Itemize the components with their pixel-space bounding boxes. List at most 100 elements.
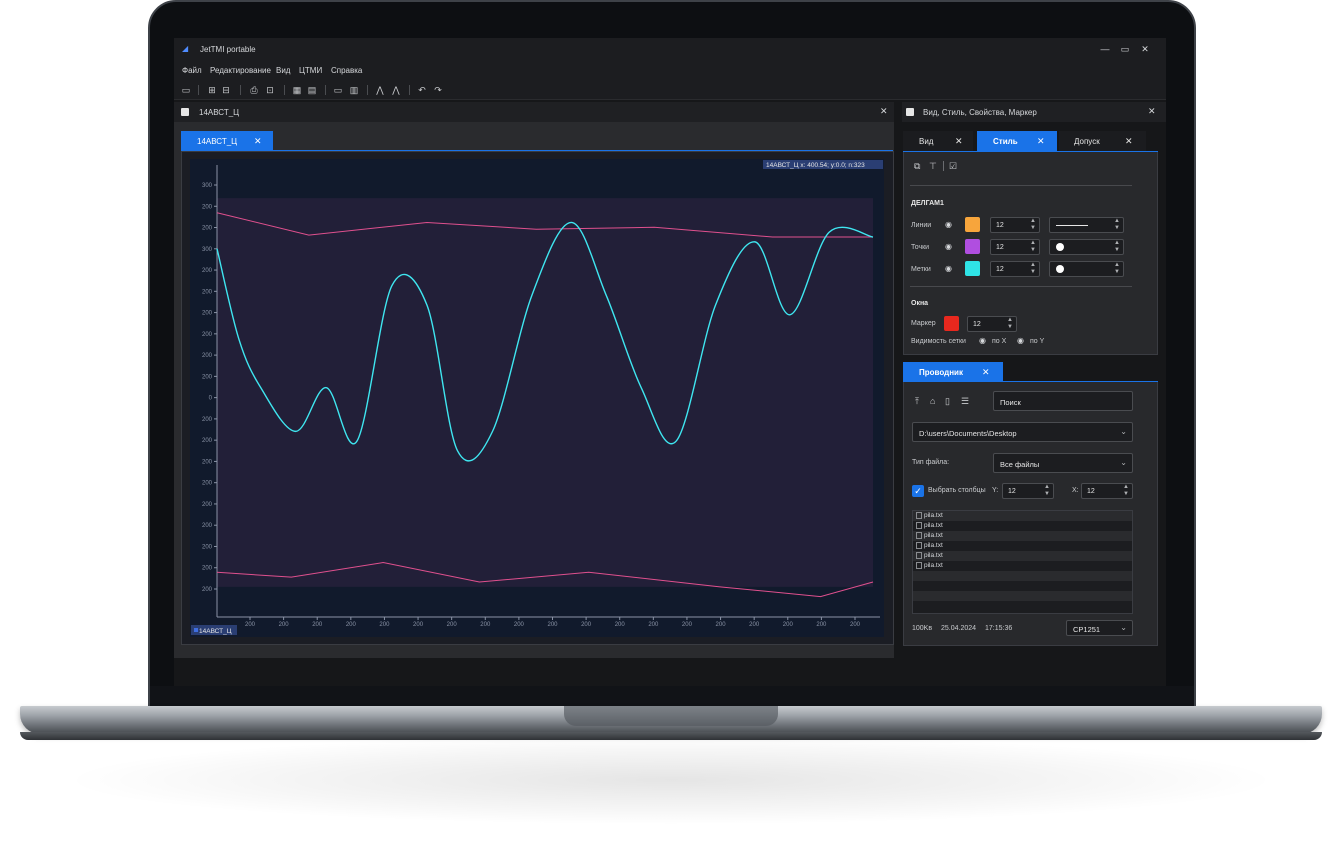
menu-help[interactable]: Справка bbox=[331, 66, 362, 75]
label-style-select[interactable]: ▲ ▼ bbox=[1049, 261, 1124, 277]
list-item[interactable]: pila.txt bbox=[913, 561, 1132, 571]
tab-style[interactable]: Стиль ✕ bbox=[977, 131, 1057, 151]
stepper-arrows-icon[interactable]: ▲ ▼ bbox=[1007, 317, 1013, 331]
points-size-stepper[interactable]: 12 ▲ ▼ bbox=[990, 239, 1040, 255]
valley-icon[interactable]: ⋀ bbox=[390, 84, 402, 96]
minimize-icon[interactable]: — bbox=[1098, 42, 1112, 56]
app-title: JetTMI portable bbox=[200, 45, 256, 54]
document-checkbox[interactable] bbox=[181, 108, 189, 116]
close-icon[interactable]: ✕ bbox=[982, 367, 990, 378]
x-tick-label: 200 bbox=[648, 622, 659, 628]
up-folder-icon[interactable]: ⤒ bbox=[915, 396, 919, 407]
file-name: pila.txt bbox=[924, 522, 943, 529]
eye-icon[interactable]: ◉ bbox=[945, 220, 952, 229]
redo-icon[interactable]: ↷ bbox=[432, 84, 444, 96]
marker-size-stepper[interactable]: 12 ▲ ▼ bbox=[967, 316, 1017, 332]
file-icon bbox=[916, 562, 922, 569]
tab-vid[interactable]: Вид ✕ bbox=[903, 131, 973, 151]
line-style-preview bbox=[1056, 225, 1088, 226]
stepper-arrows-icon[interactable]: ▲ ▼ bbox=[1114, 262, 1120, 276]
stepper-arrows-icon[interactable]: ▲ ▼ bbox=[1123, 484, 1129, 498]
list-item[interactable]: pila.txt bbox=[913, 531, 1132, 541]
line-chart[interactable]: 3002002003002002002002002002000200200200… bbox=[190, 159, 884, 637]
tab-explorer[interactable]: Проводник ✕ bbox=[903, 362, 1003, 382]
close-icon[interactable]: ✕ bbox=[254, 136, 262, 147]
legend-label[interactable]: 14АВСТ_Ц bbox=[199, 628, 232, 635]
properties-checkbox[interactable] bbox=[906, 108, 914, 116]
layers-icon[interactable]: ▤ bbox=[306, 84, 318, 96]
select-columns-checkbox[interactable]: ✓ bbox=[912, 485, 924, 497]
stepper-arrows-icon[interactable]: ▲ ▼ bbox=[1030, 262, 1036, 276]
stepper-arrows-icon[interactable]: ▲ ▼ bbox=[1114, 218, 1120, 232]
close-icon[interactable]: ✕ bbox=[1138, 42, 1152, 56]
copy-style-icon[interactable]: ⧉ bbox=[914, 161, 920, 172]
search-input[interactable]: Поиск bbox=[993, 391, 1133, 411]
list-item[interactable]: pila.txt bbox=[913, 511, 1132, 521]
toolbar-separator bbox=[198, 85, 199, 95]
menu-file[interactable]: Файл bbox=[182, 66, 202, 75]
lines-color-swatch[interactable] bbox=[965, 217, 980, 232]
close-icon[interactable]: ✕ bbox=[955, 136, 963, 147]
eye-icon[interactable]: ◉ bbox=[945, 264, 952, 273]
encoding-select[interactable]: CP1251 ⌄ bbox=[1066, 620, 1133, 636]
y-tick-label: 200 bbox=[202, 226, 213, 232]
tab-tolerance[interactable]: Допуск ✕ bbox=[1059, 131, 1146, 151]
list-item[interactable]: pila.txt bbox=[913, 551, 1132, 561]
table-icon[interactable]: ▥ bbox=[348, 84, 360, 96]
list-item[interactable]: pila.txt bbox=[913, 521, 1132, 531]
properties-body: ⧉ ⊤ ☑ ДЕЛГАМ1 Линии ◉ 12 ▲ ▼ ▲ ▼ Точки ◉ 12… bbox=[903, 152, 1158, 355]
x-tick-label: 200 bbox=[312, 622, 323, 628]
import-icon[interactable]: ⊞ bbox=[206, 84, 218, 96]
x-tick-label: 200 bbox=[581, 622, 592, 628]
grid-x-label[interactable]: по X bbox=[992, 338, 1006, 345]
stage: ◢ JetTMI portable — ▭ ✕ Файл Редактирова… bbox=[0, 0, 1342, 850]
undo-icon[interactable]: ↶ bbox=[416, 84, 428, 96]
labels-size-stepper[interactable]: 12 ▲ ▼ bbox=[990, 261, 1040, 277]
menu-edit[interactable]: Редактирование bbox=[210, 66, 271, 75]
print-preview-icon[interactable]: ⊡ bbox=[264, 84, 276, 96]
peaks-icon[interactable]: ⋀ bbox=[374, 84, 386, 96]
close-icon[interactable]: ✕ bbox=[1037, 136, 1045, 147]
grid-icon[interactable]: ▦ bbox=[291, 84, 303, 96]
folder-open-icon[interactable]: ▭ bbox=[180, 84, 192, 96]
stepper-arrows-icon[interactable]: ▲ ▼ bbox=[1030, 218, 1036, 232]
stepper-arrows-icon[interactable]: ▲ ▼ bbox=[1114, 240, 1120, 254]
lines-width-stepper[interactable]: 12 ▲ ▼ bbox=[990, 217, 1040, 233]
points-color-swatch[interactable] bbox=[965, 239, 980, 254]
eye-icon[interactable]: ◉ bbox=[1017, 336, 1024, 345]
stepper-arrows-icon[interactable]: ▲ ▼ bbox=[1044, 484, 1050, 498]
list-item-empty bbox=[913, 591, 1132, 601]
file-icon[interactable]: ▯ bbox=[945, 396, 950, 407]
labels-color-swatch[interactable] bbox=[965, 261, 980, 276]
window-icon[interactable]: ▭ bbox=[332, 84, 344, 96]
maximize-icon[interactable]: ▭ bbox=[1118, 42, 1132, 56]
y-tick-label: 300 bbox=[202, 247, 213, 253]
close-icon[interactable]: ✕ bbox=[1125, 136, 1133, 147]
list-item[interactable]: pila.txt bbox=[913, 541, 1132, 551]
eye-icon[interactable]: ◉ bbox=[979, 336, 986, 345]
eye-icon[interactable]: ◉ bbox=[945, 242, 952, 251]
export-icon[interactable]: ⊟ bbox=[220, 84, 232, 96]
tab-label: Допуск bbox=[1074, 137, 1100, 146]
grid-y-label[interactable]: по Y bbox=[1030, 338, 1044, 345]
point-style-select[interactable]: ▲ ▼ bbox=[1049, 239, 1124, 255]
close-icon[interactable]: ✕ bbox=[880, 106, 888, 117]
menu-ctmi[interactable]: ЦТМИ bbox=[299, 66, 322, 75]
close-icon[interactable]: ✕ bbox=[1148, 106, 1156, 117]
checklist-icon[interactable]: ☑ bbox=[949, 161, 957, 172]
marker-color-swatch[interactable] bbox=[944, 316, 959, 331]
list-view-icon[interactable]: ☰ bbox=[961, 396, 969, 407]
x-tick-label: 200 bbox=[716, 622, 727, 628]
tab-14avst[interactable]: 14АВСТ_Ц ✕ bbox=[181, 131, 273, 151]
x-column-stepper[interactable]: 12 ▲ ▼ bbox=[1081, 483, 1133, 499]
filter-icon[interactable]: ⊤ bbox=[929, 161, 937, 172]
stepper-arrows-icon[interactable]: ▲ ▼ bbox=[1030, 240, 1036, 254]
encoding-value: CP1251 bbox=[1073, 625, 1101, 634]
home-icon[interactable]: ⌂ bbox=[930, 396, 935, 406]
file-type-select[interactable]: Все файлы ⌄ bbox=[993, 453, 1133, 473]
path-select[interactable]: D:\users\Documents\Desktop ⌄ bbox=[912, 422, 1133, 442]
line-style-select[interactable]: ▲ ▼ bbox=[1049, 217, 1124, 233]
print-icon[interactable]: ⎙ bbox=[248, 84, 260, 96]
y-column-stepper[interactable]: 12 ▲ ▼ bbox=[1002, 483, 1054, 499]
menu-view[interactable]: Вид bbox=[276, 66, 290, 75]
